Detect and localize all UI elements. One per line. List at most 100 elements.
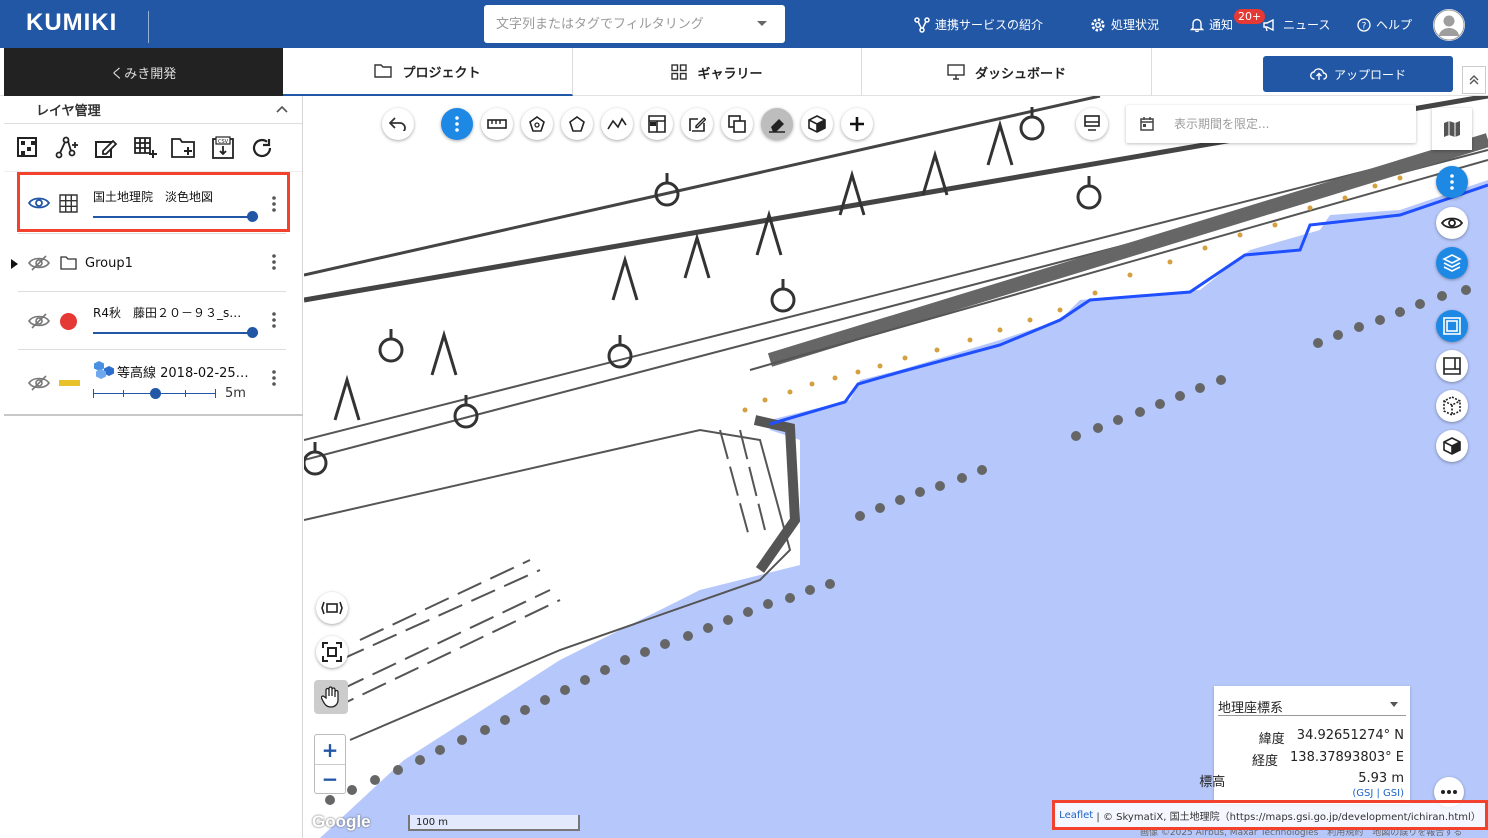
point-cloud-button[interactable]	[1436, 390, 1468, 422]
point-layer-icon	[60, 313, 77, 330]
add-folder-icon[interactable]	[170, 134, 198, 162]
copy-icon	[728, 115, 746, 133]
panel-icon	[1443, 357, 1461, 375]
csv-download-icon[interactable]: CSV	[209, 134, 237, 162]
layers-button[interactable]	[1436, 247, 1468, 279]
news-label: ニュース	[1283, 18, 1331, 32]
grid-icon	[671, 64, 688, 80]
notifications-link[interactable]: 通知	[1190, 16, 1233, 33]
more-vert-icon[interactable]	[272, 254, 276, 270]
attribution-text: | © SkymatiX, 国土地理院（https://maps.gsi.go.…	[1096, 811, 1481, 823]
3d-model-button[interactable]	[801, 108, 833, 140]
erase-button[interactable]	[761, 108, 793, 140]
draw-line-button[interactable]	[601, 108, 633, 140]
caret-right-icon[interactable]	[11, 259, 18, 269]
filter-search-input[interactable]	[484, 5, 744, 43]
logo-divider	[148, 11, 149, 43]
undo-icon	[389, 117, 406, 131]
edit-layer-icon[interactable]	[92, 134, 120, 162]
folder-icon	[374, 64, 393, 78]
elevation-label: 標高	[1199, 775, 1226, 790]
layer-item[interactable]: 等高線 2018-02-25… 5m	[18, 350, 286, 408]
date-range-filter[interactable]	[1126, 105, 1416, 143]
eye-off-icon[interactable]	[28, 313, 50, 329]
contour-interval-knob[interactable]	[150, 388, 161, 399]
plus-icon	[850, 117, 864, 131]
chevron-up-icon[interactable]	[276, 105, 288, 113]
annotation-highlight-box	[17, 172, 290, 232]
polygon-area-button[interactable]	[521, 108, 553, 140]
help-link[interactable]: ? ヘルプ	[1357, 16, 1412, 33]
focus-layer-button[interactable]	[316, 636, 348, 668]
section-view-button[interactable]	[641, 108, 673, 140]
eye-off-icon[interactable]	[28, 375, 50, 391]
coordinate-system-select[interactable]: 地理座標系	[1218, 692, 1406, 716]
3d-view-button[interactable]	[1436, 430, 1468, 462]
chevron-down-icon[interactable]	[1390, 702, 1398, 707]
add-raster-icon[interactable]	[14, 134, 42, 162]
collapse-header-button[interactable]	[1462, 66, 1486, 94]
slider-tick	[185, 390, 186, 397]
frame-button[interactable]	[1436, 310, 1468, 342]
zoom-out-button[interactable]: −	[315, 764, 345, 793]
tab-label: プロジェクト	[402, 65, 481, 81]
more-tools-button[interactable]	[441, 108, 473, 140]
eye-off-icon[interactable]	[28, 255, 50, 271]
basemap-switch-button[interactable]	[1432, 108, 1472, 150]
right-more-button[interactable]	[1436, 166, 1468, 198]
panel-divider	[4, 414, 303, 416]
visibility-button[interactable]	[1436, 207, 1468, 239]
opacity-slider[interactable]	[93, 327, 258, 338]
annotate-button[interactable]	[681, 108, 713, 140]
add-tool-button[interactable]	[841, 108, 873, 140]
map-view[interactable]: 地理座標系 緯度 34.92651274° N 経度 138.37893803° E…	[304, 96, 1488, 838]
add-vector-icon[interactable]	[53, 134, 81, 162]
leaflet-link[interactable]: Leaflet	[1059, 810, 1093, 821]
app-logo[interactable]: KUMIKI	[26, 9, 117, 37]
bell-icon	[1190, 18, 1204, 32]
opacity-slider-knob[interactable]	[247, 327, 258, 338]
layer-panel-title: レイヤ管理	[36, 104, 101, 119]
undo-button[interactable]	[382, 108, 414, 140]
tab-projects[interactable]: プロジェクト	[283, 48, 573, 96]
layout-icon	[648, 115, 666, 133]
date-range-input[interactable]	[1174, 105, 1404, 143]
cube-icon	[1443, 437, 1461, 455]
layer-item[interactable]: R4秋 藤田２０－９３_s…	[18, 292, 286, 350]
gear-icon	[1091, 17, 1105, 32]
more-vert-icon[interactable]	[272, 370, 276, 386]
processing-link[interactable]: 処理状況	[1090, 16, 1159, 33]
pan-mode-button[interactable]	[314, 680, 348, 714]
chevron-down-icon[interactable]	[757, 21, 767, 26]
integrations-link[interactable]: 連携サービスの紹介	[914, 16, 1043, 33]
contour-interval-slider[interactable]	[93, 388, 216, 399]
double-chevron-up-icon	[1469, 75, 1479, 85]
zoom-in-button[interactable]: +	[315, 735, 345, 764]
slider-tick	[215, 389, 216, 398]
slider-tick	[93, 389, 94, 398]
refresh-icon[interactable]	[248, 134, 276, 162]
elevation-source-links[interactable]: (GSJ | GSI)	[1352, 788, 1404, 799]
svg-text:CSV: CSV	[218, 139, 229, 145]
add-grid-icon[interactable]	[131, 134, 159, 162]
upload-button[interactable]: アップロード	[1263, 56, 1453, 92]
fit-bounds-button[interactable]	[316, 592, 348, 624]
compare-button[interactable]	[721, 108, 753, 140]
print-view-button[interactable]	[1076, 108, 1108, 140]
point-cloud-cube-icon	[1443, 396, 1461, 416]
share-icon	[914, 16, 930, 33]
panel-layout-button[interactable]	[1436, 350, 1468, 382]
tab-gallery[interactable]: ギャラリー	[573, 48, 862, 96]
layer-name: 等高線 2018-02-25…	[117, 366, 249, 381]
tab-dashboard[interactable]: ダッシュボード	[862, 48, 1152, 96]
measure-button[interactable]	[481, 108, 513, 140]
draw-polygon-button[interactable]	[561, 108, 593, 140]
organization-name[interactable]: くみき開発	[4, 48, 283, 96]
more-vert-icon[interactable]	[272, 312, 276, 328]
user-avatar[interactable]	[1433, 9, 1465, 41]
news-link[interactable]: ニュース	[1262, 16, 1330, 33]
layer-group-item[interactable]: Group1	[11, 234, 286, 292]
filter-search[interactable]	[484, 5, 785, 43]
layer-panel-header[interactable]: レイヤ管理	[4, 96, 302, 124]
cloud-upload-icon	[1310, 68, 1328, 80]
